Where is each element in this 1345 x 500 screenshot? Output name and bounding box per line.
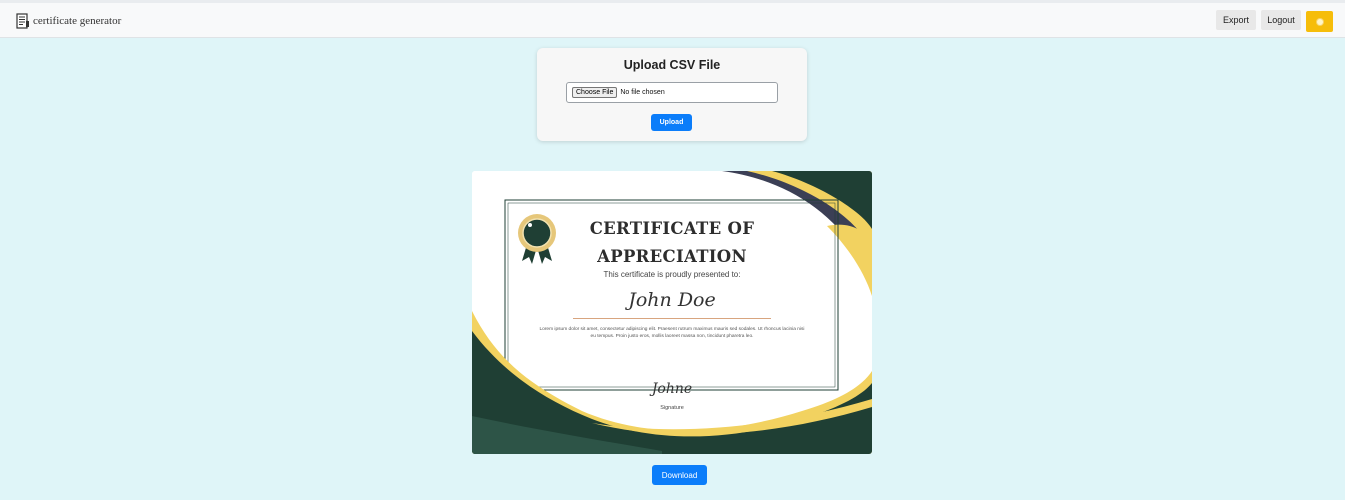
upload-card: Upload CSV File Choose File No file chos…: [537, 48, 807, 141]
signature-label: Signature: [660, 405, 684, 411]
upload-title: Upload CSV File: [623, 58, 721, 72]
certificate-subtitle: This certificate is proudly presented to…: [603, 270, 741, 279]
sun-icon: [1316, 18, 1323, 25]
file-status: No file chosen: [620, 89, 665, 96]
logout-button[interactable]: Logout: [1261, 10, 1301, 30]
upload-button[interactable]: Upload: [651, 114, 692, 131]
name-underline: [573, 318, 771, 319]
certificate-body: Lorem ipsum dolor sit amet, consectetur …: [539, 327, 805, 339]
signature: Johne: [651, 381, 693, 397]
export-button[interactable]: Export: [1216, 10, 1256, 30]
theme-toggle-button[interactable]: [1306, 11, 1333, 32]
brand-name: certificate generator: [33, 15, 122, 27]
top-navbar: certificate generator Export Logout: [0, 0, 1345, 38]
brand[interactable]: certificate generator: [16, 11, 121, 31]
certificate-title-line1: CERTIFICATE OF: [589, 219, 755, 238]
recipient-name: John Doe: [628, 289, 716, 311]
document-icon: [16, 13, 29, 29]
choose-file-button[interactable]: Choose File: [572, 87, 618, 98]
file-input[interactable]: Choose File No file chosen: [566, 82, 778, 103]
download-button[interactable]: Download: [652, 465, 707, 485]
certificate-title-line2: APPRECIATION: [597, 247, 747, 266]
certificate-preview: CERTIFICATE OF APPRECIATION This certifi…: [472, 171, 872, 454]
certificate-artwork: [472, 171, 872, 454]
